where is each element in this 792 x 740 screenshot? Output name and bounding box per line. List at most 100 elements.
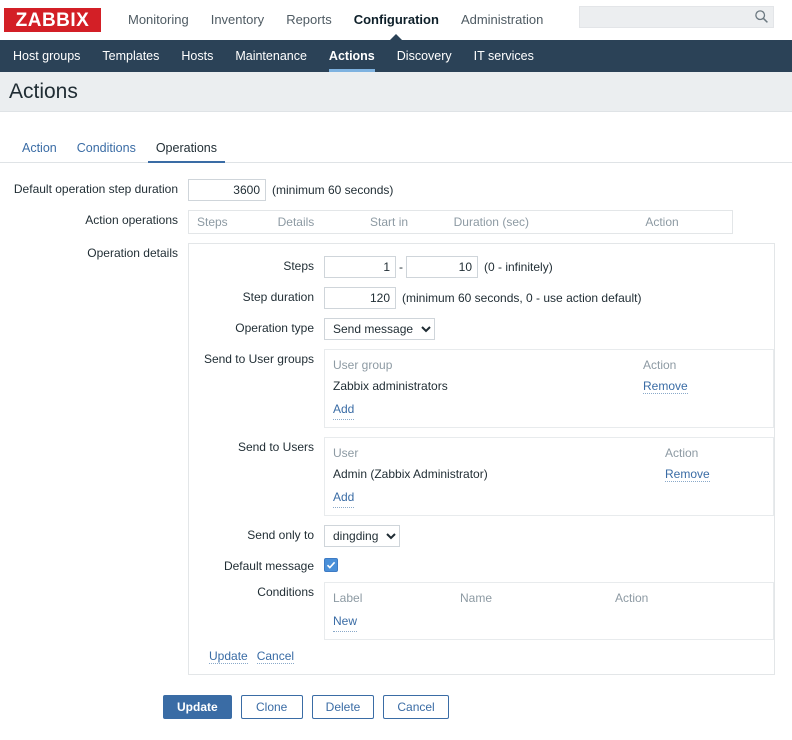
remove-user-link[interactable]: Remove (665, 467, 710, 482)
subnav-item-templates[interactable]: Templates (91, 40, 170, 72)
row-action-operations: Action operations Steps Details Start in… (0, 210, 792, 234)
top-header: ZABBIX Monitoring Inventory Reports Conf… (0, 0, 792, 41)
step-duration-input[interactable] (324, 287, 396, 309)
row-steps: Steps - (0 - infinitely) (201, 256, 762, 278)
user-groups-add-row: Add (333, 399, 765, 420)
label-conditions: Conditions (257, 585, 314, 599)
row-operation-type: Operation type Send message (201, 318, 762, 340)
delete-button[interactable]: Delete (311, 695, 375, 719)
label-operation-details: Operation details (87, 246, 178, 260)
main-menu: Monitoring Inventory Reports Configurati… (117, 0, 554, 41)
conditions-new-row: New (333, 611, 765, 632)
operation-detail-links: Update Cancel (201, 649, 762, 664)
label-send-to-user-groups: Send to User groups (203, 352, 314, 366)
subnav-item-maintenance[interactable]: Maintenance (224, 40, 318, 72)
tab-conditions[interactable]: Conditions (67, 141, 146, 162)
steps-separator: - (399, 260, 403, 274)
users-add-row: Add (333, 487, 765, 508)
add-user-group-link[interactable]: Add (333, 399, 355, 420)
subnav-item-actions[interactable]: Actions (318, 40, 386, 72)
column-header-action: Action (645, 215, 679, 229)
new-condition-link[interactable]: New (333, 611, 358, 632)
operation-update-link[interactable]: Update (209, 649, 248, 664)
subnav-item-hosts[interactable]: Hosts (170, 40, 224, 72)
subnav-item-it-services[interactable]: IT services (463, 40, 545, 72)
action-operations-table: Steps Details Start in Duration (sec) Ac… (188, 210, 733, 234)
default-message-checkbox[interactable] (324, 557, 338, 572)
hint-steps: (0 - infinitely) (484, 260, 553, 274)
user-group-name: Zabbix administrators (333, 379, 448, 393)
column-header-action: Action (615, 591, 649, 605)
user-groups-list: User group Action Zabbix administrators … (324, 349, 774, 428)
row-send-to-users: Send to Users User Action Admin (Zabbix … (201, 437, 774, 516)
operation-cancel-link[interactable]: Cancel (256, 649, 295, 664)
row-send-to-user-groups: Send to User groups User group Action Za… (201, 349, 774, 428)
conditions-header-row: Label Name Action (333, 588, 765, 609)
column-header-action: Action (665, 446, 699, 460)
column-header-steps: Steps (197, 215, 228, 229)
label-step-duration: Step duration (242, 290, 314, 304)
menu-item-reports[interactable]: Reports (275, 0, 343, 40)
update-button[interactable]: Update (163, 695, 232, 719)
column-header-duration: Duration (sec) (453, 215, 529, 229)
menu-item-administration[interactable]: Administration (450, 0, 554, 40)
column-header-action: Action (643, 358, 677, 372)
column-header-start-in: Start in (370, 215, 409, 229)
default-step-duration-input[interactable] (188, 179, 266, 201)
logo-text: ZABBIX (15, 9, 90, 31)
menu-item-inventory[interactable]: Inventory (200, 0, 275, 40)
menu-item-configuration[interactable]: Configuration (343, 0, 450, 41)
label-send-to-users: Send to Users (237, 440, 314, 454)
row-send-only-to: Send only to dingding (201, 525, 762, 547)
send-only-to-select[interactable]: dingding (324, 525, 400, 547)
tab-operations[interactable]: Operations (146, 141, 227, 163)
form-footer-buttons: Update Clone Delete Cancel (0, 695, 792, 719)
label-action-operations: Action operations (85, 213, 178, 227)
table-header-row: Steps Details Start in Duration (sec) Ac… (189, 211, 732, 233)
page-header: Actions (0, 72, 792, 112)
cancel-button[interactable]: Cancel (383, 695, 449, 719)
secondary-nav: Host groups Templates Hosts Maintenance … (0, 40, 792, 72)
label-operation-type: Operation type (235, 321, 314, 335)
steps-from-input[interactable] (324, 256, 396, 278)
conditions-list: Label Name Action New (324, 582, 774, 640)
subnav-item-host-groups[interactable]: Host groups (2, 40, 91, 72)
label-default-message: Default message (223, 559, 314, 573)
hint-step-duration: (minimum 60 seconds, 0 - use action defa… (402, 291, 642, 305)
user-group-row: Zabbix administrators Remove (333, 376, 765, 397)
add-user-link[interactable]: Add (333, 487, 355, 508)
row-default-message: Default message (201, 556, 762, 573)
zabbix-logo[interactable]: ZABBIX (4, 8, 101, 32)
search-box[interactable] (579, 6, 774, 28)
operation-type-select[interactable]: Send message (324, 318, 435, 340)
user-name: Admin (Zabbix Administrator) (333, 467, 488, 481)
column-header-name: Name (460, 591, 493, 605)
check-icon (326, 561, 336, 569)
form-tabs: Action Conditions Operations (0, 131, 792, 163)
subnav-item-discovery[interactable]: Discovery (386, 40, 463, 72)
menu-item-monitoring[interactable]: Monitoring (117, 0, 200, 40)
column-header-details: Details (277, 215, 315, 229)
search-input[interactable] (579, 6, 774, 28)
user-row: Admin (Zabbix Administrator) Remove (333, 464, 765, 485)
row-default-step-duration: Default operation step duration (minimum… (0, 179, 792, 201)
row-conditions: Conditions Label Name Action New (201, 582, 774, 640)
page-title: Actions (9, 79, 78, 103)
row-operation-details: Operation details Steps - (0 - infinitel… (0, 243, 792, 675)
column-header-label: Label (333, 591, 363, 605)
hint-default-step-duration: (minimum 60 seconds) (272, 183, 394, 197)
operations-form: Default operation step duration (minimum… (0, 163, 792, 719)
label-send-only-to: Send only to (247, 528, 314, 542)
row-step-duration: Step duration (minimum 60 seconds, 0 - u… (201, 287, 762, 309)
user-groups-header-row: User group Action (333, 355, 765, 376)
steps-to-input[interactable] (406, 256, 478, 278)
tab-action[interactable]: Action (12, 141, 67, 162)
remove-user-group-link[interactable]: Remove (643, 379, 688, 394)
label-default-step-duration: Default operation step duration (13, 182, 178, 196)
users-list: User Action Admin (Zabbix Administrator)… (324, 437, 774, 516)
column-header-user: User (333, 446, 359, 460)
label-steps: Steps (283, 259, 314, 273)
clone-button[interactable]: Clone (240, 695, 303, 719)
users-header-row: User Action (333, 443, 765, 464)
column-header-user-group: User group (333, 358, 393, 372)
